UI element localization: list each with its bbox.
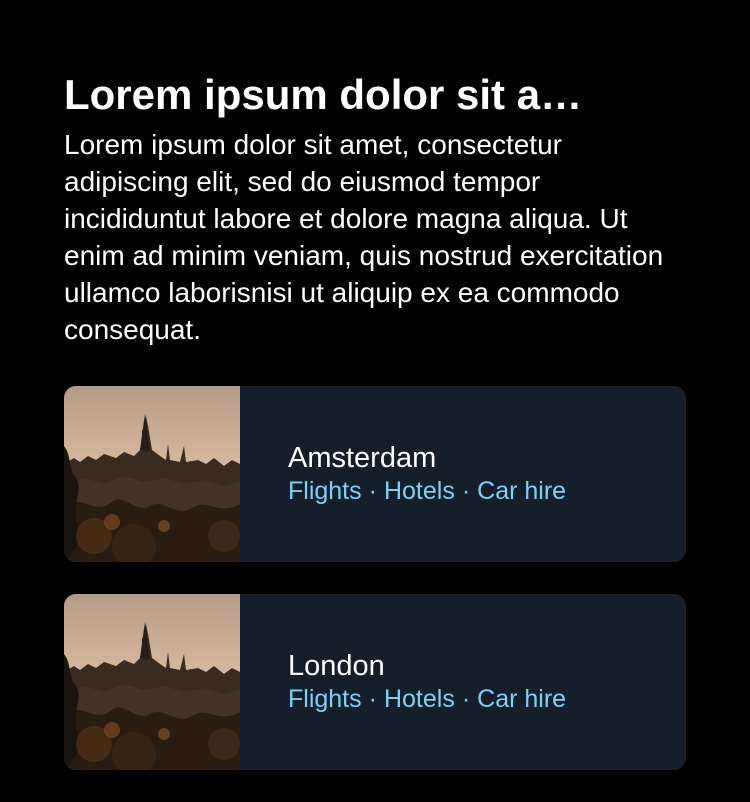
separator-dot: ·	[461, 685, 471, 713]
city-skyline-photo	[64, 386, 240, 562]
city-name: Amsterdam	[288, 442, 437, 474]
car-hire-link[interactable]: Car hire	[477, 477, 566, 505]
city-skyline-photo	[64, 594, 240, 770]
destination-card-london[interactable]: London Flights · Hotels · Car hire	[64, 594, 686, 770]
city-skyline-image	[64, 386, 240, 562]
hotels-link[interactable]: Hotels	[384, 685, 455, 713]
service-links: Flights · Hotels · Car hire	[288, 475, 566, 507]
intro-section: Lorem ipsum dolor sit a… Lorem ipsum dol…	[64, 66, 686, 348]
separator-dot: ·	[461, 477, 471, 505]
page-title: Lorem ipsum dolor sit a…	[64, 71, 583, 118]
page-description: Lorem ipsum dolor sit amet, consectetur …	[64, 129, 664, 345]
hotels-link[interactable]: Hotels	[384, 477, 455, 505]
destination-list: Amsterdam Flights · Hotels · Car hire Lo…	[64, 386, 686, 802]
card-body: London Flights · Hotels · Car hire	[240, 594, 566, 770]
destination-card-amsterdam[interactable]: Amsterdam Flights · Hotels · Car hire	[64, 386, 686, 562]
card-body: Amsterdam Flights · Hotels · Car hire	[240, 386, 566, 562]
service-links: Flights · Hotels · Car hire	[288, 683, 566, 715]
separator-dot: ·	[368, 477, 377, 505]
flights-link[interactable]: Flights	[288, 685, 362, 713]
car-hire-link[interactable]: Car hire	[477, 685, 566, 713]
city-skyline-image	[64, 594, 240, 770]
flights-link[interactable]: Flights	[288, 477, 362, 505]
city-name: London	[288, 650, 385, 682]
separator-dot: ·	[368, 685, 377, 713]
